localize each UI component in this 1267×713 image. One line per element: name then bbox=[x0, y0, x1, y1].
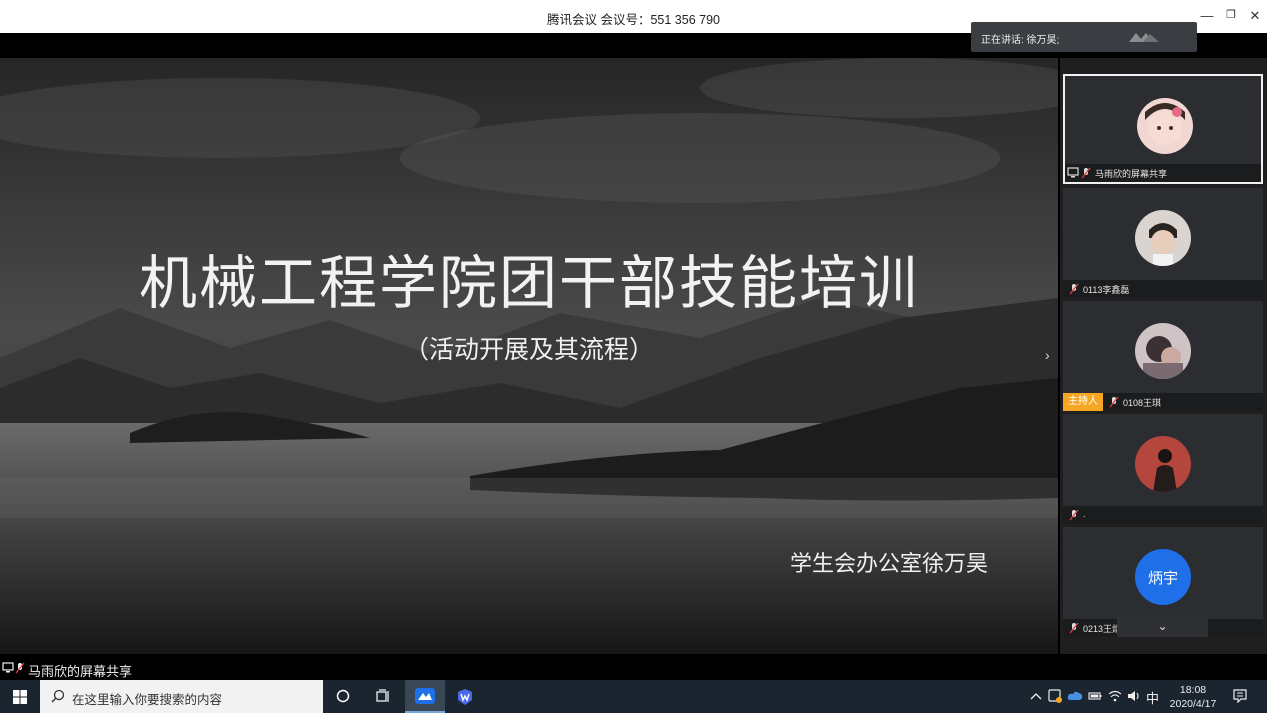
cortana-circle-icon bbox=[336, 689, 350, 703]
avatar bbox=[1135, 210, 1191, 266]
shared-screen: 机械工程学院团干部技能培训 （活动开展及其流程） 学生会办公室徐万昊 bbox=[0, 58, 1058, 654]
participant-name-bar: 马雨欣的屏幕共享 bbox=[1065, 164, 1261, 182]
participant-tile[interactable]: 马雨欣的屏幕共享 bbox=[1063, 74, 1263, 184]
mic-muted-icon bbox=[1081, 167, 1091, 179]
participant-name: . bbox=[1083, 509, 1086, 519]
speaking-indicator: 正在讲话: 徐万昊; bbox=[971, 22, 1197, 52]
volume-icon[interactable] bbox=[1127, 690, 1141, 702]
taskbar: 在这里输入你要搜索的内容 中 18:08 2020/4/17 bbox=[0, 680, 1267, 713]
participant-name: 0108王琪 bbox=[1123, 398, 1162, 408]
ime-indicator[interactable]: 中 bbox=[1146, 688, 1159, 707]
cortana-button[interactable] bbox=[323, 680, 363, 713]
task-view-icon bbox=[376, 689, 389, 702]
task-view-button[interactable] bbox=[363, 680, 403, 713]
screen-share-status: 马雨欣的屏幕共享 bbox=[0, 659, 400, 679]
participant-name-bar: . bbox=[1063, 506, 1263, 524]
participant-name: 马雨欣的屏幕共享 bbox=[1095, 169, 1168, 179]
slide-title: 机械工程学院团干部技能培训 bbox=[138, 249, 919, 317]
search-placeholder: 在这里输入你要搜索的内容 bbox=[72, 693, 223, 707]
tencent-meeting-app-icon bbox=[415, 688, 435, 704]
tencent-meeting-logo-icon bbox=[1129, 33, 1159, 42]
collapse-panel-chevron-icon[interactable]: ⌄ bbox=[1117, 615, 1208, 637]
tencent-meeting-taskbar-app[interactable] bbox=[405, 680, 445, 713]
share-status-label: 马雨欣的屏幕共享 bbox=[28, 664, 133, 679]
mic-muted-icon bbox=[1069, 509, 1079, 521]
notification-icon[interactable] bbox=[1233, 689, 1247, 703]
windows-logo-icon bbox=[13, 690, 27, 704]
participant-name-bar: 主持人 0108王琪 bbox=[1063, 393, 1263, 411]
avatar bbox=[1137, 98, 1193, 154]
participant-tile[interactable]: . bbox=[1063, 414, 1263, 524]
tray-cloud-icon[interactable] bbox=[1067, 690, 1083, 702]
wps-taskbar-app[interactable] bbox=[445, 680, 485, 713]
search-icon bbox=[51, 689, 65, 703]
avatar bbox=[1135, 436, 1191, 492]
slide-author: 学生会办公室徐万昊 bbox=[790, 551, 989, 576]
participant-tile[interactable]: 0113李鑫磊 bbox=[1063, 188, 1263, 298]
participant-tile[interactable]: 主持人 0108王琪 bbox=[1063, 301, 1263, 411]
wifi-icon[interactable] bbox=[1108, 689, 1122, 702]
tray-app-icon[interactable] bbox=[1048, 689, 1062, 703]
mic-muted-icon bbox=[1069, 622, 1079, 634]
restore-button[interactable]: ❐ bbox=[1222, 8, 1240, 21]
screen-share-icon bbox=[2, 662, 14, 673]
start-button[interactable] bbox=[0, 680, 40, 713]
speaking-label: 正在讲话: 徐万昊; bbox=[981, 35, 1060, 46]
close-button[interactable]: ✕ bbox=[1246, 8, 1264, 24]
minimize-button[interactable]: — bbox=[1198, 8, 1216, 23]
host-badge: 主持人 bbox=[1063, 393, 1103, 411]
avatar bbox=[1135, 323, 1191, 379]
wps-app-icon bbox=[458, 689, 472, 705]
mic-muted-icon bbox=[1069, 283, 1079, 295]
chevron-up-icon[interactable] bbox=[1030, 691, 1042, 701]
mic-muted-icon bbox=[15, 662, 25, 674]
mic-muted-icon bbox=[1109, 396, 1119, 408]
avatar: 炳宇 bbox=[1135, 549, 1191, 605]
system-clock[interactable]: 18:08 2020/4/17 bbox=[1165, 683, 1221, 711]
screen-share-icon bbox=[1067, 167, 1079, 178]
slide-subtitle: （活动开展及其流程） bbox=[403, 336, 654, 364]
participant-name-bar: 0113李鑫磊 bbox=[1063, 280, 1263, 298]
expand-panel-arrow-icon[interactable]: › bbox=[1045, 347, 1058, 365]
participant-name: 0113李鑫磊 bbox=[1083, 285, 1130, 295]
taskbar-search-box[interactable]: 在这里输入你要搜索的内容 bbox=[40, 680, 323, 713]
clock-date: 2020/4/17 bbox=[1169, 698, 1217, 710]
battery-icon[interactable] bbox=[1088, 691, 1102, 701]
clock-time: 18:08 bbox=[1179, 684, 1207, 696]
